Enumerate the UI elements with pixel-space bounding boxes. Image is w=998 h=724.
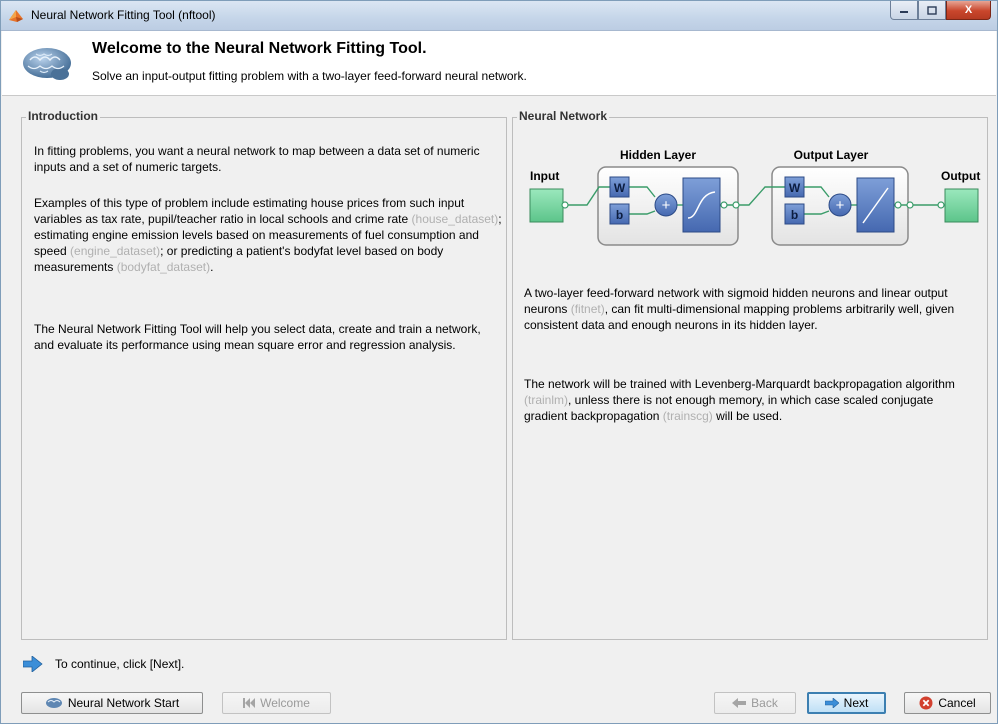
nn-paragraph-2: The network will be trained with Levenbe… [524,376,979,424]
cancel-button-label: Cancel [938,696,976,710]
welcome-header: Welcome to the Neural Network Fitting To… [2,31,996,96]
output-sum-glyph: + [836,197,845,214]
output-label: Output [941,169,980,183]
hidden-bias-label: b [616,208,623,222]
maximize-button[interactable] [918,1,946,20]
cancel-button[interactable]: Cancel [904,692,991,714]
intro-paragraph-2: Examples of this type of problem include… [34,195,504,275]
nn-text: will be used. [712,409,783,423]
back-button[interactable]: Back [714,692,796,714]
brain-icon [23,48,71,80]
rewind-icon [243,698,256,708]
close-icon: X [964,4,973,16]
close-button[interactable]: X [946,1,991,20]
page-subtitle: Solve an input-output fitting problem wi… [92,69,527,83]
neural-network-panel: Neural Network Hidden Layer Output Layer… [512,109,988,640]
next-button-label: Next [843,696,869,710]
title-bar[interactable]: Neural Network Fitting Tool (nftool) X [1,1,997,31]
intro-paragraph-3: The Neural Network Fitting Tool will hel… [34,322,481,352]
fitnet-link[interactable]: (fitnet) [571,302,605,316]
brain-icon [45,698,62,708]
hidden-weight-label: W [614,181,626,195]
arrow-right-icon [23,656,43,672]
app-window: Neural Network Fitting Tool (nftool) X W… [0,0,998,724]
continue-hint: To continue, click [Next]. [23,656,184,672]
arrow-left-icon [732,698,747,708]
maximize-icon [927,5,937,15]
introduction-legend: Introduction [26,109,100,123]
minimize-button[interactable] [890,1,918,20]
introduction-panel: Introduction In fitting problems, you wa… [21,109,507,640]
minimize-icon [900,11,908,13]
cancel-icon [919,696,933,710]
back-button-label: Back [751,696,778,710]
next-button[interactable]: Next [807,692,886,714]
house-dataset-link[interactable]: (house_dataset) [412,212,499,226]
nn-text: The network will be trained with Levenbe… [524,377,955,391]
neural-network-start-button[interactable]: Neural Network Start [21,692,203,714]
welcome-button-label: Welcome [260,696,310,710]
trainlm-link[interactable]: (trainlm) [524,393,568,407]
hidden-sum-glyph: + [662,197,671,214]
intro-paragraph-1: In fitting problems, you want a neural n… [34,144,480,174]
window-title: Neural Network Fitting Tool (nftool) [31,8,216,22]
intro-text: Examples of this type of problem include… [34,196,465,226]
network-diagram: Hidden Layer Output Layer Input Output W… [529,148,980,246]
sigmoid-transfer-icon [682,177,721,233]
output-node [944,188,979,223]
input-node [529,188,564,223]
page-title: Welcome to the Neural Network Fitting To… [92,40,427,57]
trainscg-link[interactable]: (trainscg) [663,409,713,423]
output-weight-label: W [789,181,801,195]
hidden-layer-label: Hidden Layer [620,148,696,162]
output-bias-label: b [791,208,798,222]
matlab-logo-icon [9,10,23,22]
output-layer-label: Output Layer [794,148,869,162]
neural-network-legend: Neural Network [517,109,610,123]
engine-dataset-link[interactable]: (engine_dataset) [70,244,160,258]
arrow-right-icon [824,698,839,708]
window-controls: X [890,1,991,21]
continue-hint-text: To continue, click [Next]. [55,657,185,671]
bodyfat-dataset-link[interactable]: (bodyfat_dataset) [117,260,210,274]
intro-text: . [210,260,214,274]
welcome-button[interactable]: Welcome [222,692,331,714]
nn-paragraph-1: A two-layer feed-forward network with si… [524,285,979,333]
input-label: Input [530,169,559,183]
start-button-label: Neural Network Start [67,696,180,710]
